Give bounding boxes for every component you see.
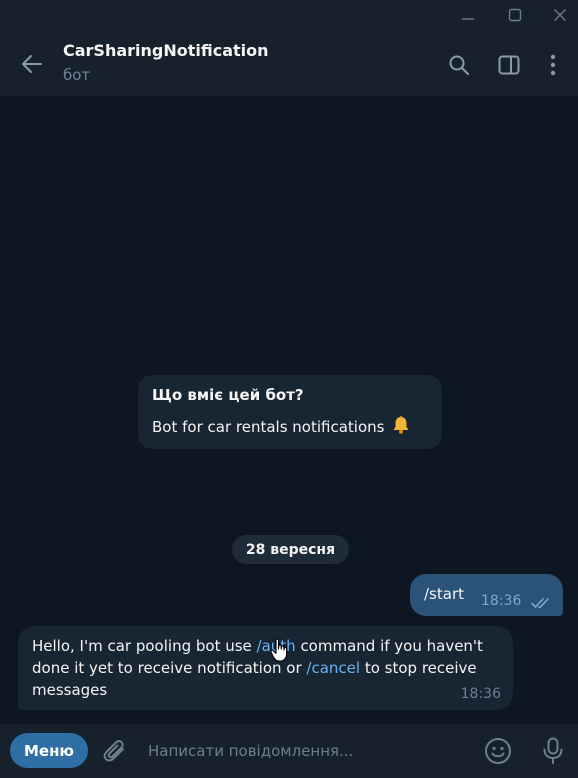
incoming-text-part-1: Hello, I'm car pooling bot use [32, 637, 257, 655]
outgoing-message-time: 18:36 [481, 593, 522, 609]
close-icon[interactable] [538, 0, 578, 30]
incoming-message-time: 18:36 [460, 686, 501, 702]
message-composer: Меню [0, 724, 578, 778]
chat-subtitle: бот [63, 66, 91, 84]
minimize-icon[interactable] [446, 0, 490, 30]
chat-title[interactable]: CarSharingNotification [63, 41, 269, 60]
bot-intro-description: Bot for car rentals notifications [152, 415, 428, 439]
incoming-message[interactable]: Hello, I'm car pooling bot use /auth com… [18, 626, 513, 710]
emoji-icon[interactable] [482, 735, 514, 767]
microphone-icon[interactable] [538, 735, 568, 767]
attach-icon[interactable] [100, 736, 130, 766]
incoming-message-text: Hello, I'm car pooling bot use /auth com… [32, 635, 498, 701]
double-check-icon [531, 594, 553, 613]
bot-intro-heading: Що вміє цей бот? [152, 386, 304, 404]
window-titlebar [0, 0, 578, 30]
menu-button[interactable]: Меню [10, 733, 88, 768]
outgoing-message[interactable]: /start 18:36 [410, 574, 563, 616]
more-vertical-icon[interactable] [538, 50, 568, 80]
search-icon[interactable] [444, 50, 474, 80]
cancel-command-link[interactable]: /cancel [306, 659, 360, 677]
date-separator: 28 вересня [232, 535, 349, 564]
bot-intro-text: Bot for car rentals notifications [152, 418, 385, 436]
outgoing-message-text: /start [424, 585, 464, 603]
bot-intro-card: Що вміє цей бот? Bot for car rentals not… [138, 375, 442, 449]
bell-icon [391, 415, 411, 439]
sidebar-toggle-icon[interactable] [494, 50, 524, 80]
back-arrow-icon[interactable] [14, 49, 50, 79]
chat-header: CarSharingNotification бот [0, 30, 578, 97]
maximize-icon[interactable] [493, 0, 537, 30]
hand-cursor-icon [270, 638, 290, 666]
message-input[interactable] [148, 738, 468, 764]
